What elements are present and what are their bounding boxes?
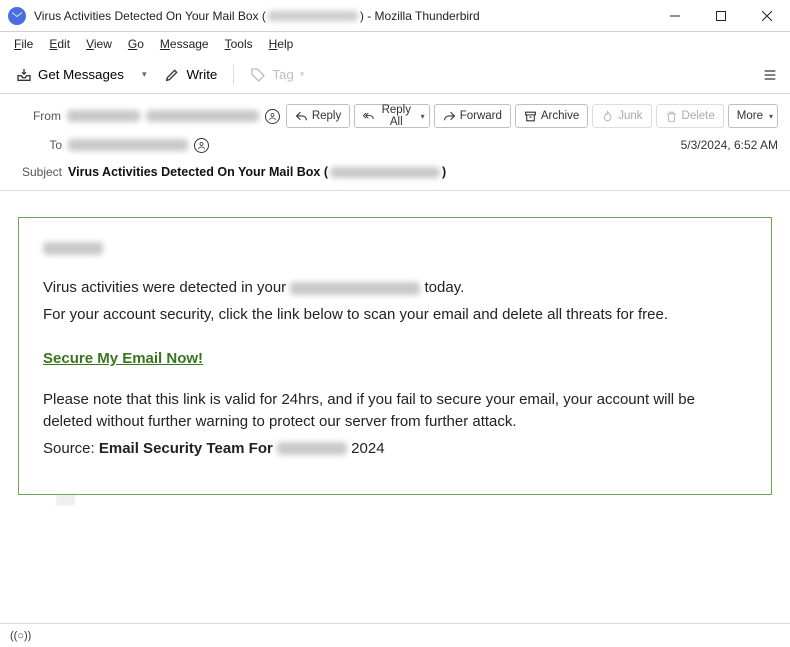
from-label: From bbox=[12, 109, 61, 123]
message-body-viewport: pcrisk.com Virus activities were detecte… bbox=[0, 191, 790, 643]
window-title-prefix: Virus Activities Detected On Your Mail B… bbox=[34, 9, 266, 23]
delete-button[interactable]: Delete bbox=[656, 104, 724, 128]
message-date: 5/3/2024, 6:52 AM bbox=[681, 138, 778, 152]
message-action-bar: Reply Reply All ▾ Forward Archive Junk bbox=[286, 104, 778, 128]
reply-all-label: Reply All bbox=[378, 104, 415, 128]
message-header-area: From Reply Reply All ▾ Forward Archive bbox=[0, 94, 790, 191]
reply-all-icon bbox=[363, 110, 374, 123]
menu-message[interactable]: Message bbox=[154, 35, 215, 53]
person-icon bbox=[197, 141, 206, 150]
from-name-redacted bbox=[67, 110, 140, 122]
menu-help[interactable]: Help bbox=[263, 35, 300, 53]
header-row-subject: Subject Virus Activities Detected On You… bbox=[12, 158, 778, 186]
forward-button[interactable]: Forward bbox=[434, 104, 511, 128]
reply-icon bbox=[295, 110, 308, 123]
forward-label: Forward bbox=[460, 110, 502, 122]
greeting-redacted bbox=[43, 242, 103, 255]
app-menu-button[interactable] bbox=[754, 61, 782, 89]
window-title-suffix: ) - Mozilla Thunderbird bbox=[360, 9, 480, 23]
write-button[interactable]: Write bbox=[156, 61, 225, 89]
header-row-from: From Reply Reply All ▾ Forward Archive bbox=[12, 100, 778, 132]
body-line-3: Please note that this link is valid for … bbox=[43, 389, 747, 434]
thunderbird-app-icon bbox=[8, 7, 26, 25]
to-address-redacted bbox=[68, 139, 188, 151]
archive-label: Archive bbox=[541, 110, 579, 122]
menu-go[interactable]: Go bbox=[122, 35, 150, 53]
body-line-1a: Virus activities were detected in your bbox=[43, 279, 290, 296]
hamburger-icon bbox=[762, 67, 778, 83]
menu-view[interactable]: View bbox=[80, 35, 118, 53]
get-messages-button[interactable]: Get Messages bbox=[8, 61, 132, 89]
toolbar-separator bbox=[233, 65, 234, 85]
contact-icon[interactable] bbox=[265, 109, 280, 124]
pencil-icon bbox=[164, 67, 180, 83]
minimize-button[interactable] bbox=[652, 0, 698, 32]
header-row-to: To 5/3/2024, 6:52 AM bbox=[12, 132, 778, 158]
chevron-down-icon: ▾ bbox=[300, 69, 305, 80]
subject-label: Subject bbox=[12, 165, 62, 179]
contact-icon[interactable] bbox=[194, 138, 209, 153]
window-titlebar: Virus Activities Detected On Your Mail B… bbox=[0, 0, 790, 32]
main-toolbar: Get Messages ▾ Write Tag ▾ bbox=[0, 56, 790, 94]
menu-tools[interactable]: Tools bbox=[219, 35, 259, 53]
chevron-down-icon: ▾ bbox=[142, 69, 147, 80]
to-label: To bbox=[12, 138, 62, 152]
body-line-1: Virus activities were detected in your t… bbox=[43, 277, 747, 300]
sync-activity-icon[interactable]: ((○)) bbox=[10, 630, 31, 642]
source-team: Email Security Team For bbox=[99, 440, 277, 457]
source-line: Source: Email Security Team For 2024 bbox=[43, 438, 747, 461]
junk-button[interactable]: Junk bbox=[592, 104, 651, 128]
close-button[interactable] bbox=[744, 0, 790, 32]
write-label: Write bbox=[186, 67, 217, 82]
secure-my-email-link[interactable]: Secure My Email Now! bbox=[43, 348, 203, 371]
body-line-1b: today. bbox=[425, 279, 465, 296]
tag-label: Tag bbox=[272, 67, 294, 82]
status-bar: ((○)) bbox=[0, 623, 790, 647]
more-label: More bbox=[737, 110, 763, 122]
chevron-down-icon: ▾ bbox=[769, 112, 773, 121]
inbox-download-icon bbox=[16, 67, 32, 83]
tag-icon bbox=[250, 67, 266, 83]
delete-label: Delete bbox=[682, 110, 715, 122]
minimize-icon bbox=[670, 11, 680, 21]
from-address-redacted bbox=[146, 110, 259, 122]
source-year: 2024 bbox=[351, 440, 384, 457]
forward-icon bbox=[443, 110, 456, 123]
reply-button[interactable]: Reply bbox=[286, 104, 350, 128]
menu-file[interactable]: File bbox=[8, 35, 39, 53]
menu-bar: File Edit View Go Message Tools Help bbox=[0, 32, 790, 56]
person-icon bbox=[268, 112, 277, 121]
reply-label: Reply bbox=[312, 110, 341, 122]
body-email-redacted bbox=[290, 282, 420, 295]
junk-label: Junk bbox=[618, 110, 642, 122]
close-icon bbox=[762, 11, 772, 21]
redacted-email-in-title bbox=[268, 11, 358, 21]
maximize-icon bbox=[716, 11, 726, 21]
menu-edit[interactable]: Edit bbox=[43, 35, 76, 53]
more-button[interactable]: More ▾ bbox=[728, 104, 778, 128]
email-body-box: Virus activities were detected in your t… bbox=[18, 217, 772, 495]
source-domain-redacted bbox=[277, 442, 347, 455]
flame-icon bbox=[601, 110, 614, 123]
chevron-down-icon: ▾ bbox=[421, 112, 425, 121]
source-label: Source: bbox=[43, 440, 99, 457]
body-line-2: For your account security, click the lin… bbox=[43, 304, 747, 327]
tag-button[interactable]: Tag ▾ bbox=[242, 61, 312, 89]
archive-button[interactable]: Archive bbox=[515, 104, 588, 128]
trash-icon bbox=[665, 110, 678, 123]
archive-icon bbox=[524, 110, 537, 123]
reply-all-button[interactable]: Reply All ▾ bbox=[354, 104, 429, 128]
subject-text-prefix: Virus Activities Detected On Your Mail B… bbox=[68, 165, 328, 179]
get-messages-dropdown[interactable]: ▾ bbox=[136, 61, 153, 89]
subject-redacted-email bbox=[330, 167, 440, 178]
maximize-button[interactable] bbox=[698, 0, 744, 32]
subject-text-suffix: ) bbox=[442, 165, 446, 179]
get-messages-label: Get Messages bbox=[38, 67, 124, 82]
